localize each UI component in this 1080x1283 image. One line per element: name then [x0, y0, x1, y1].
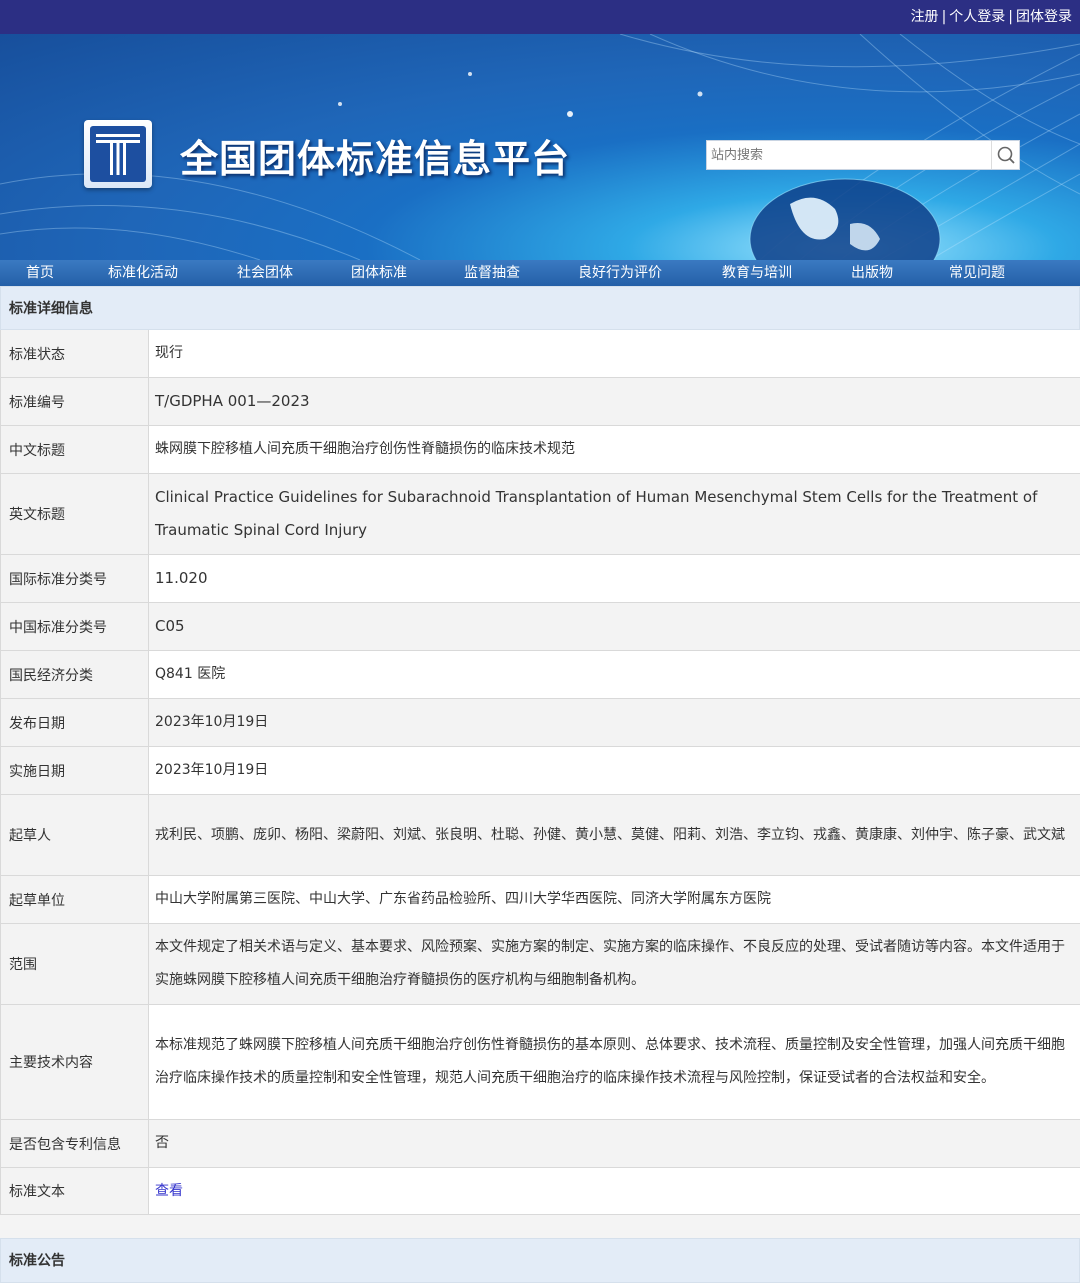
search-input[interactable] — [707, 141, 991, 169]
detail-row-standard-text: 标准文本 查看 — [1, 1168, 1080, 1215]
notice-section-header: 标准公告 — [0, 1238, 1080, 1283]
row-label: 标准文本 — [1, 1168, 149, 1214]
personal-login-link[interactable]: 个人登录 — [949, 9, 1005, 25]
row-label: 实施日期 — [1, 747, 149, 794]
row-label: 标准编号 — [1, 378, 149, 425]
main-nav: 首页 标准化活动 社会团体 团体标准 监督抽查 良好行为评价 教育与培训 出版物… — [0, 260, 1080, 286]
row-label: 英文标题 — [1, 474, 149, 554]
detail-table: 标准状态 现行 标准编号 T/GDPHA 001—2023 中文标题 蛛网膜下腔… — [0, 330, 1080, 1215]
nav-publications[interactable]: 出版物 — [851, 260, 893, 286]
register-link[interactable]: 注册 — [911, 9, 939, 25]
nav-home[interactable]: 首页 — [26, 260, 54, 286]
detail-row-ics: 国际标准分类号 11.020 — [1, 555, 1080, 603]
row-value: Q841 医院 — [149, 651, 1080, 698]
detail-section-header: 标准详细信息 — [0, 286, 1080, 330]
row-label: 起草人 — [1, 795, 149, 875]
row-value: C05 — [149, 603, 1080, 650]
site-banner: 全国团体标准信息平台 — [0, 34, 1080, 260]
nav-standardization-activities[interactable]: 标准化活动 — [108, 260, 178, 286]
row-label: 发布日期 — [1, 699, 149, 746]
separator: | — [1008, 9, 1013, 25]
row-value: 戎利民、项鹏、庞卯、杨阳、梁蔚阳、刘斌、张良明、杜聪、孙健、黄小慧、莫健、阳莉、… — [149, 795, 1080, 875]
row-label: 国际标准分类号 — [1, 555, 149, 602]
row-label: 国民经济分类 — [1, 651, 149, 698]
detail-row-en-title: 英文标题 Clinical Practice Guidelines for Su… — [1, 474, 1080, 555]
nav-social-groups[interactable]: 社会团体 — [237, 260, 293, 286]
nav-faq[interactable]: 常见问题 — [949, 260, 1005, 286]
separator: | — [941, 9, 947, 25]
row-value: 2023年10月19日 — [149, 747, 1080, 794]
search-icon — [997, 146, 1015, 164]
detail-row-publish-date: 发布日期 2023年10月19日 — [1, 699, 1080, 747]
search-button[interactable] — [991, 141, 1019, 169]
detail-row-economic-class: 国民经济分类 Q841 医院 — [1, 651, 1080, 699]
detail-row-status: 标准状态 现行 — [1, 330, 1080, 378]
nav-good-conduct[interactable]: 良好行为评价 — [578, 260, 662, 286]
row-value: 否 — [149, 1120, 1080, 1167]
row-value: 本标准规范了蛛网膜下腔移植人间充质干细胞治疗创伤性脊髓损伤的基本原则、总体要求、… — [149, 1005, 1080, 1119]
nav-education[interactable]: 教育与培训 — [722, 260, 792, 286]
detail-row-scope: 范围 本文件规定了相关术语与定义、基本要求、风险预案、实施方案的制定、实施方案的… — [1, 924, 1080, 1005]
row-label: 是否包含专利信息 — [1, 1120, 149, 1167]
row-value: T/GDPHA 001—2023 — [149, 378, 1080, 425]
row-label: 中文标题 — [1, 426, 149, 473]
nav-supervision[interactable]: 监督抽查 — [464, 260, 520, 286]
row-value: 查看 — [149, 1168, 1080, 1214]
nav-group-standards[interactable]: 团体标准 — [351, 260, 407, 286]
row-label: 标准状态 — [1, 330, 149, 377]
row-label: 范围 — [1, 924, 149, 1004]
detail-row-ccs: 中国标准分类号 C05 — [1, 603, 1080, 651]
site-search — [706, 140, 1020, 170]
account-links: 注册 | 个人登录 | 团体登录 — [911, 0, 1072, 34]
detail-row-effective-date: 实施日期 2023年10月19日 — [1, 747, 1080, 795]
detail-row-drafters: 起草人 戎利民、项鹏、庞卯、杨阳、梁蔚阳、刘斌、张良明、杜聪、孙健、黄小慧、莫健… — [1, 795, 1080, 876]
notice-section-title: 标准公告 — [9, 1253, 65, 1269]
view-standard-link[interactable]: 查看 — [155, 1175, 183, 1208]
row-value: 2023年10月19日 — [149, 699, 1080, 746]
logo-icon — [96, 134, 140, 175]
detail-row-number: 标准编号 T/GDPHA 001—2023 — [1, 378, 1080, 426]
group-login-link[interactable]: 团体登录 — [1016, 9, 1072, 25]
detail-row-drafting-units: 起草单位 中山大学附属第三医院、中山大学、广东省药品检验所、四川大学华西医院、同… — [1, 876, 1080, 924]
row-value: Clinical Practice Guidelines for Subarac… — [149, 474, 1080, 554]
logo-mark — [90, 126, 146, 182]
row-value: 本文件规定了相关术语与定义、基本要求、风险预案、实施方案的制定、实施方案的临床操… — [149, 924, 1080, 1004]
row-label: 主要技术内容 — [1, 1005, 149, 1119]
row-value: 现行 — [149, 330, 1080, 377]
top-bar: 注册 | 个人登录 | 团体登录 — [0, 0, 1080, 34]
detail-row-patent: 是否包含专利信息 否 — [1, 1120, 1080, 1168]
row-value: 中山大学附属第三医院、中山大学、广东省药品检验所、四川大学华西医院、同济大学附属… — [149, 876, 1080, 923]
row-label: 中国标准分类号 — [1, 603, 149, 650]
detail-row-main-content: 主要技术内容 本标准规范了蛛网膜下腔移植人间充质干细胞治疗创伤性脊髓损伤的基本原… — [1, 1005, 1080, 1120]
row-label: 起草单位 — [1, 876, 149, 923]
site-logo[interactable] — [84, 120, 152, 188]
detail-row-cn-title: 中文标题 蛛网膜下腔移植人间充质干细胞治疗创伤性脊髓损伤的临床技术规范 — [1, 426, 1080, 474]
site-title: 全国团体标准信息平台 — [180, 137, 571, 181]
row-value: 蛛网膜下腔移植人间充质干细胞治疗创伤性脊髓损伤的临床技术规范 — [149, 426, 1080, 473]
row-value: 11.020 — [149, 555, 1080, 602]
detail-section-title: 标准详细信息 — [9, 301, 93, 317]
